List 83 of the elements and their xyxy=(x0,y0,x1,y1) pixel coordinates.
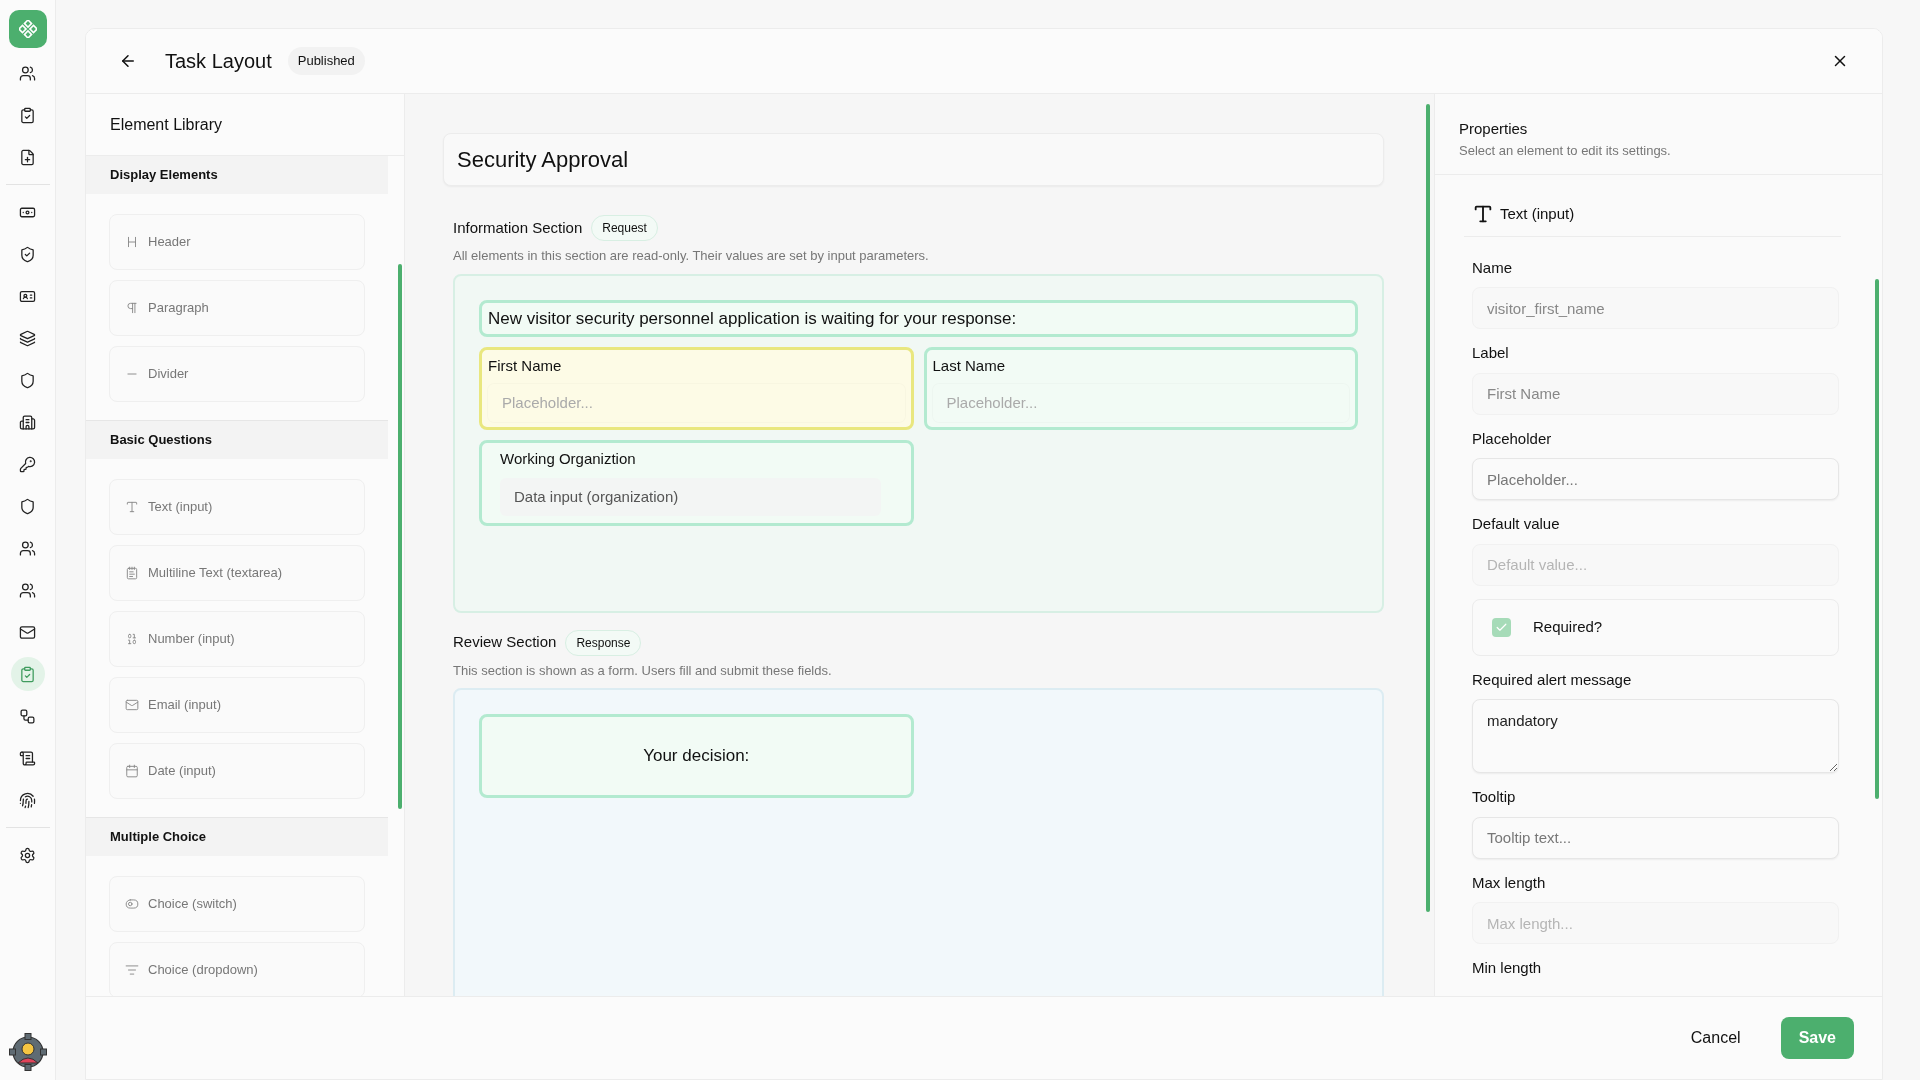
scrollbar-thumb[interactable] xyxy=(398,264,402,809)
library-item[interactable]: Number (input) xyxy=(109,611,365,667)
property-field[interactable]: Placeholder... xyxy=(1472,458,1839,500)
section-description: This section is shown as a form. Users fill and submit these fields. xyxy=(453,661,833,680)
mail-icon xyxy=(125,698,139,712)
field-label: Required alert message xyxy=(1472,669,1633,690)
section-title: Review Section xyxy=(453,632,557,653)
element-label: Last Name xyxy=(932,356,1007,376)
field-label: Max length xyxy=(1472,872,1547,893)
binary-icon xyxy=(125,632,139,646)
library-item[interactable]: Divider xyxy=(109,346,365,402)
input-field[interactable]: Placeholder... xyxy=(932,383,1349,422)
section-description: All elements in this section are read-only. Their values are set by input parameters. xyxy=(453,247,930,265)
app-logo[interactable] xyxy=(8,10,47,48)
clipboard-check-icon xyxy=(19,665,36,683)
form-title-field[interactable]: Security Approval xyxy=(443,133,1384,186)
users-icon xyxy=(19,539,36,557)
section-header: Display Elements xyxy=(86,156,388,194)
input-field[interactable]: Placeholder... xyxy=(488,383,905,422)
field-label: Tooltip xyxy=(1472,787,1517,807)
panel-subtitle: Select an element to edit its settings. xyxy=(1459,141,1672,160)
workflow-icon xyxy=(19,707,36,725)
library-item[interactable]: Choice (switch) xyxy=(109,876,365,932)
section-header: Multiple Choice xyxy=(86,818,388,856)
cancel-button[interactable]: Cancel xyxy=(1672,1017,1759,1059)
field-label: Default value xyxy=(1472,514,1561,534)
field-label: Label xyxy=(1472,343,1510,363)
input-element[interactable]: First Name Placeholder... xyxy=(479,347,914,430)
toggle-icon xyxy=(125,897,139,911)
mail-icon xyxy=(19,623,36,641)
list-icon xyxy=(125,963,139,977)
panel-title: Element Library xyxy=(110,114,223,135)
header-element[interactable]: New visitor security personnel application is waiting for your response: xyxy=(479,299,1358,337)
library-item[interactable]: Text (input) xyxy=(109,479,365,535)
library-item[interactable]: Email (input) xyxy=(109,677,365,733)
section-badge: Response xyxy=(565,629,642,656)
library-item[interactable]: Header xyxy=(109,214,365,270)
user-avatar[interactable] xyxy=(7,1032,48,1072)
clipboard-check-icon xyxy=(19,106,36,124)
status-badge: Published xyxy=(287,47,365,75)
checkbox-label: Required? xyxy=(1533,616,1603,637)
section-title: Information Section xyxy=(453,217,583,238)
element-label: First Name xyxy=(488,356,563,376)
shield-icon xyxy=(19,497,36,515)
shield-check-icon xyxy=(19,245,36,263)
file-plus-icon xyxy=(19,148,36,166)
field-label: Min length xyxy=(1472,958,1543,978)
key-icon xyxy=(19,455,36,473)
property-field[interactable]: Tooltip text... xyxy=(1472,816,1839,859)
scroll-icon xyxy=(19,749,36,767)
notepad-icon xyxy=(125,566,139,580)
field-label: Placeholder xyxy=(1472,428,1553,449)
library-item[interactable]: Paragraph xyxy=(109,280,365,336)
layers-icon xyxy=(19,329,36,347)
decision-element[interactable]: Your decision: xyxy=(479,714,914,798)
building-icon xyxy=(19,413,36,431)
panel-title: Properties xyxy=(1459,119,1529,139)
heading-icon xyxy=(125,235,139,249)
section-badge: Request xyxy=(591,215,658,241)
shield-icon xyxy=(19,371,36,389)
scrollbar-thumb[interactable] xyxy=(1426,104,1430,912)
section-header: Basic Questions xyxy=(86,421,388,459)
input-element[interactable]: Working Organiztion Data input (organization) xyxy=(479,439,914,526)
property-textarea[interactable]: mandatory xyxy=(1472,699,1839,773)
library-item[interactable]: Choice (dropdown) xyxy=(109,942,365,996)
save-button[interactable]: Save xyxy=(1780,1017,1854,1059)
page-title: Task Layout xyxy=(165,49,272,74)
users-icon xyxy=(19,64,36,82)
settings-icon xyxy=(19,846,36,864)
field-label: Name xyxy=(1472,257,1513,278)
element-type: Text (input) xyxy=(1500,204,1575,224)
library-item[interactable]: Date (input) xyxy=(109,743,365,799)
data-field: Data input (organization) xyxy=(500,478,881,516)
scrollbar-thumb[interactable] xyxy=(1875,279,1879,799)
element-label: Working Organiztion xyxy=(500,448,637,469)
logo-icon xyxy=(18,20,37,38)
input-element[interactable]: Last Name Placeholder... xyxy=(923,347,1358,430)
pilcrow-icon xyxy=(125,301,139,315)
calendar-icon xyxy=(125,764,139,778)
fingerprint-icon xyxy=(19,791,36,809)
users-icon xyxy=(19,581,36,599)
library-item[interactable]: Multiline Text (textarea) xyxy=(109,545,365,601)
text-icon xyxy=(125,500,139,514)
